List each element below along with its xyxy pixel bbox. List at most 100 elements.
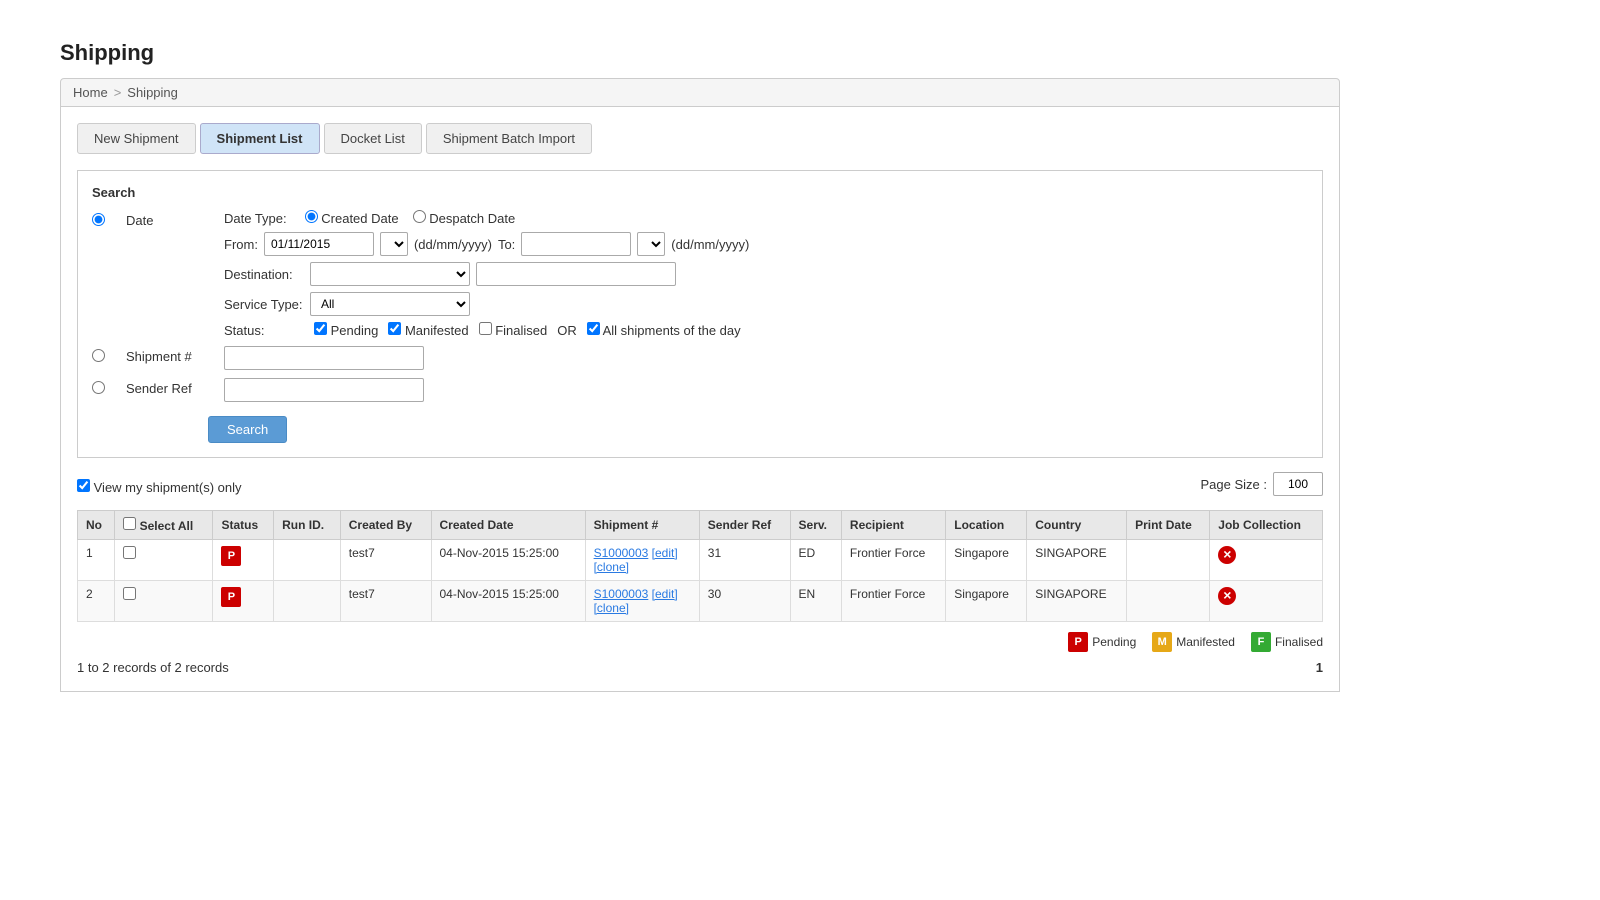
page-title: Shipping bbox=[60, 40, 1340, 66]
tab-shipment-batch-import[interactable]: Shipment Batch Import bbox=[426, 123, 592, 154]
table-row: 2 P test7 04-Nov-2015 15:25:00 S1000003 … bbox=[78, 581, 1323, 622]
tab-docket-list[interactable]: Docket List bbox=[324, 123, 422, 154]
col-created-by: Created By bbox=[340, 511, 431, 540]
tab-shipment-list[interactable]: Shipment List bbox=[200, 123, 320, 154]
status-manifested-label[interactable]: Manifested bbox=[388, 322, 468, 338]
radio-date[interactable] bbox=[92, 213, 105, 226]
service-type-label: Service Type: bbox=[224, 297, 304, 312]
col-created-date: Created Date bbox=[431, 511, 585, 540]
status-icon: P bbox=[221, 546, 241, 566]
destination-input[interactable] bbox=[476, 262, 676, 286]
tab-bar: New Shipment Shipment List Docket List S… bbox=[77, 123, 1323, 154]
status-manifested-checkbox[interactable] bbox=[388, 322, 401, 335]
shipment-clone-link[interactable]: [clone] bbox=[594, 601, 629, 615]
breadcrumb-shipping[interactable]: Shipping bbox=[127, 85, 178, 100]
col-print-date: Print Date bbox=[1127, 511, 1210, 540]
to-date-format-select[interactable]: ▼ bbox=[637, 232, 665, 256]
cell-sender-ref: 30 bbox=[699, 581, 790, 622]
cell-location: Singapore bbox=[946, 581, 1027, 622]
date-type-label: Date Type: bbox=[224, 211, 287, 226]
from-date-input[interactable] bbox=[264, 232, 374, 256]
col-shipment-num: Shipment # bbox=[585, 511, 699, 540]
cell-run-id bbox=[274, 581, 341, 622]
shipment-num-link[interactable]: S1000003 bbox=[594, 587, 649, 601]
radio-created-date-label[interactable]: Created Date bbox=[305, 210, 399, 226]
delete-button[interactable]: × bbox=[1218, 587, 1236, 605]
col-select-all[interactable]: Select All bbox=[115, 511, 213, 540]
from-date-format-select[interactable]: ▼ bbox=[380, 232, 408, 256]
legend-pending-label: Pending bbox=[1092, 635, 1136, 649]
sender-ref-input[interactable] bbox=[224, 378, 424, 402]
cell-checkbox[interactable] bbox=[115, 540, 213, 581]
cell-serv: EN bbox=[790, 581, 841, 622]
to-date-format: (dd/mm/yyyy) bbox=[671, 237, 749, 252]
status-label: Status: bbox=[224, 323, 304, 338]
search-button[interactable]: Search bbox=[208, 416, 287, 443]
view-my-shipments-checkbox[interactable] bbox=[77, 479, 90, 492]
all-shipments-label[interactable]: All shipments of the day bbox=[587, 322, 741, 338]
status-finalised-label[interactable]: Finalised bbox=[479, 322, 548, 338]
to-label: To: bbox=[498, 237, 515, 252]
view-my-shipments-label[interactable]: View my shipment(s) only bbox=[77, 479, 242, 495]
cell-sender-ref: 31 bbox=[699, 540, 790, 581]
status-pending-label[interactable]: Pending bbox=[314, 322, 378, 338]
status-finalised-checkbox[interactable] bbox=[479, 322, 492, 335]
shipment-edit-link[interactable]: [edit] bbox=[652, 546, 678, 560]
date-label[interactable]: Date bbox=[126, 210, 216, 228]
shipment-num-row: Shipment # bbox=[92, 346, 1308, 370]
radio-shipment-num[interactable] bbox=[92, 349, 105, 362]
cell-print-date bbox=[1127, 581, 1210, 622]
service-type-select[interactable]: All bbox=[310, 292, 470, 316]
search-panel: Search Date Date Type: Created Date bbox=[77, 170, 1323, 458]
to-date-input[interactable] bbox=[521, 232, 631, 256]
sender-ref-row: Sender Ref bbox=[92, 378, 1308, 402]
destination-select[interactable] bbox=[310, 262, 470, 286]
from-label: From: bbox=[224, 237, 258, 252]
legend-finalised-label: Finalised bbox=[1275, 635, 1323, 649]
legend-pending-icon: P bbox=[1068, 632, 1088, 652]
shipment-clone-link[interactable]: [clone] bbox=[594, 560, 629, 574]
tab-new-shipment[interactable]: New Shipment bbox=[77, 123, 196, 154]
cell-no: 2 bbox=[78, 581, 115, 622]
legend-manifested-icon: M bbox=[1152, 632, 1172, 652]
radio-despatch-date[interactable] bbox=[413, 210, 426, 223]
shipment-num-input[interactable] bbox=[224, 346, 424, 370]
cell-shipment-num: S1000003 [edit] [clone] bbox=[585, 540, 699, 581]
col-location: Location bbox=[946, 511, 1027, 540]
cell-job-collection[interactable]: × bbox=[1210, 581, 1323, 622]
page-size-label: Page Size : bbox=[1201, 477, 1268, 492]
radio-despatch-date-label[interactable]: Despatch Date bbox=[413, 210, 516, 226]
page-size-input[interactable] bbox=[1273, 472, 1323, 496]
breadcrumb-home[interactable]: Home bbox=[73, 85, 108, 100]
pagination: 1 to 2 records of 2 records 1 bbox=[77, 660, 1323, 675]
breadcrumb: Home > Shipping bbox=[60, 78, 1340, 107]
select-all-checkbox[interactable] bbox=[123, 517, 136, 530]
row-checkbox[interactable] bbox=[123, 587, 136, 600]
sender-ref-label[interactable]: Sender Ref bbox=[126, 378, 216, 396]
all-shipments-checkbox[interactable] bbox=[587, 322, 600, 335]
pagination-info: 1 to 2 records of 2 records bbox=[77, 660, 229, 675]
col-country: Country bbox=[1027, 511, 1127, 540]
shipment-num-label[interactable]: Shipment # bbox=[126, 346, 216, 364]
shipment-num-link[interactable]: S1000003 bbox=[594, 546, 649, 560]
cell-created-by: test7 bbox=[340, 540, 431, 581]
legend-finalised-icon: F bbox=[1251, 632, 1271, 652]
radio-created-date[interactable] bbox=[305, 210, 318, 223]
status-pending-checkbox[interactable] bbox=[314, 322, 327, 335]
cell-checkbox[interactable] bbox=[115, 581, 213, 622]
radio-sender-ref[interactable] bbox=[92, 381, 105, 394]
cell-location: Singapore bbox=[946, 540, 1027, 581]
cell-country: SINGAPORE bbox=[1027, 581, 1127, 622]
legend: P Pending M Manifested F Finalised bbox=[77, 632, 1323, 652]
col-job-collection: Job Collection bbox=[1210, 511, 1323, 540]
cell-job-collection[interactable]: × bbox=[1210, 540, 1323, 581]
cell-print-date bbox=[1127, 540, 1210, 581]
delete-button[interactable]: × bbox=[1218, 546, 1236, 564]
shipment-edit-link[interactable]: [edit] bbox=[652, 587, 678, 601]
legend-manifested: M Manifested bbox=[1152, 632, 1235, 652]
row-checkbox[interactable] bbox=[123, 546, 136, 559]
col-serv: Serv. bbox=[790, 511, 841, 540]
cell-recipient: Frontier Force bbox=[841, 540, 945, 581]
cell-status: P bbox=[213, 540, 274, 581]
cell-run-id bbox=[274, 540, 341, 581]
